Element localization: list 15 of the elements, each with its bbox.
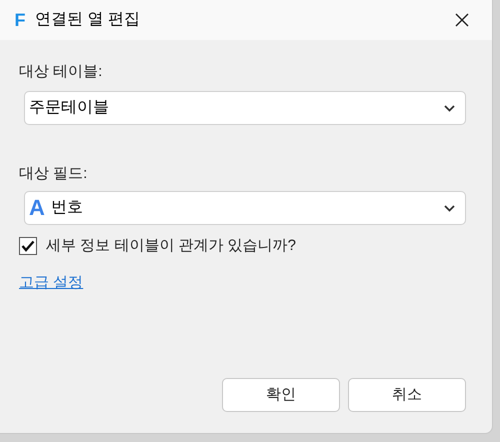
field-dropdown[interactable]: A 번호: [24, 191, 466, 225]
dialog-button[interactable]: 취소: [348, 378, 466, 412]
checkbox[interactable]: [19, 237, 37, 256]
table-dropdown[interactable]: 주문테이블: [24, 91, 466, 125]
checkbox-label: 세부 정보 테이블이 관계가 있습니까?: [46, 236, 296, 256]
field-label: 대상 테이블:: [19, 62, 104, 81]
dropdown-value: 번호: [50, 198, 83, 218]
chevron-down-icon: [444, 204, 455, 212]
advanced-settings-link[interactable]: 고급 설정: [19, 272, 84, 294]
app-logo-icon: F: [13, 11, 27, 29]
window-title: 연결된 열 편집: [35, 10, 140, 30]
field-label: 대상 필드:: [19, 164, 88, 183]
text-type-icon: A: [29, 197, 45, 219]
chevron-down-icon: [444, 104, 455, 112]
dialog-button[interactable]: 확인: [222, 378, 340, 412]
